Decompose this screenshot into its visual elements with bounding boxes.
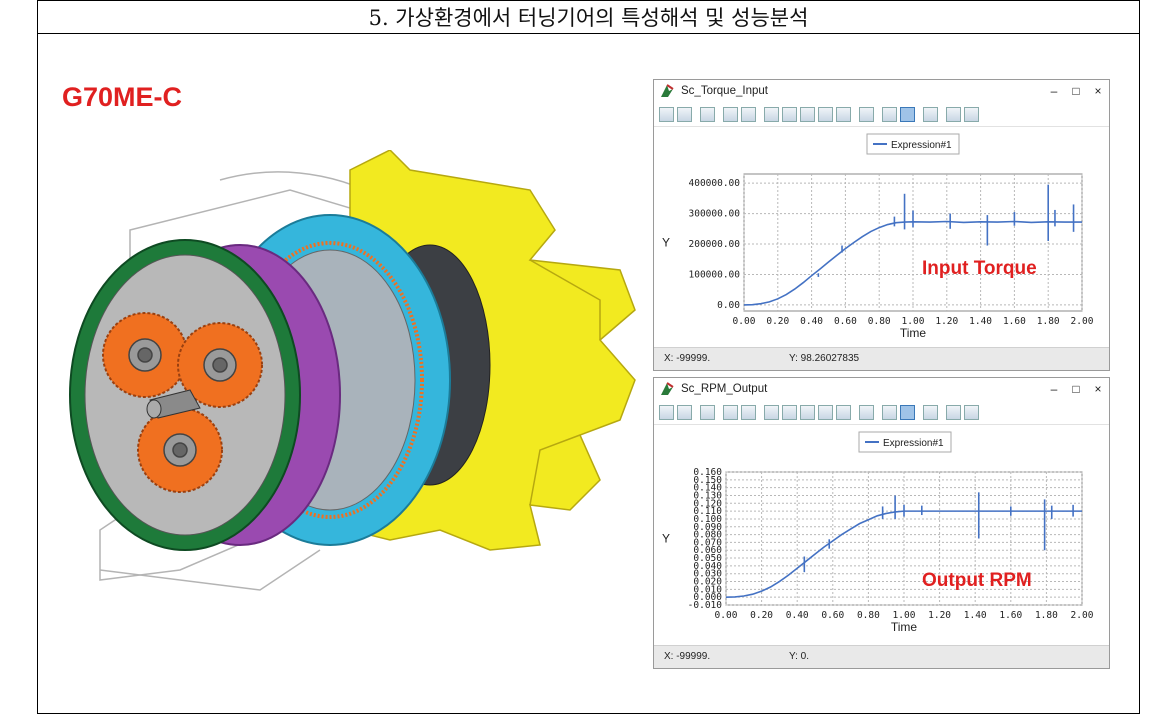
pan-h-icon[interactable]: [800, 106, 815, 122]
x-tick-label: 0.80: [857, 610, 880, 621]
plot-toolbar: [654, 400, 1109, 425]
erase-icon[interactable]: [859, 404, 874, 420]
x-tick-label: 1.60: [1003, 316, 1026, 327]
stats-icon[interactable]: [764, 404, 779, 420]
zoom-fit-icon[interactable]: [741, 404, 756, 420]
minimize-button[interactable]: –: [1043, 84, 1065, 98]
open-icon[interactable]: [659, 106, 674, 122]
y-tick-label: 200000.00: [689, 239, 741, 250]
x-tick-label: 1.40: [969, 316, 992, 327]
model-label: G70ME-C: [62, 82, 183, 112]
tools-icon[interactable]: [923, 404, 938, 420]
y-axis-label: Y: [662, 236, 670, 250]
app-icon: [661, 382, 674, 395]
plot-icon[interactable]: [700, 106, 715, 122]
page-title: 5. 가상환경에서 터닝기어의 특성해석 및 성능분석: [37, 0, 1140, 34]
x-tick-label: 1.20: [935, 316, 958, 327]
export-icon[interactable]: [836, 106, 851, 122]
status-y: Y: 0.: [789, 651, 810, 662]
y-tick-label: 100000.00: [689, 269, 741, 280]
x-axis-label: Time: [900, 326, 927, 340]
window-titlebar[interactable]: Sc_Torque_Input – □ ×: [654, 80, 1109, 102]
pan-h-icon[interactable]: [800, 404, 815, 420]
close-button[interactable]: ×: [1087, 382, 1109, 396]
rpm-output-window[interactable]: Sc_RPM_Output – □ × Expression#1 0.00 0.20…: [653, 377, 1110, 669]
window-title: Sc_Torque_Input: [681, 85, 768, 97]
grid-icon[interactable]: [782, 404, 797, 420]
plot-toolbar: [654, 102, 1109, 127]
x-tick-label: 0.00: [715, 610, 738, 621]
y-axis-label: Y: [662, 532, 670, 546]
x-tick-label: 0.80: [868, 316, 891, 327]
page-title-text: 5. 가상환경에서 터닝기어의 특성해석 및 성능분석: [368, 5, 809, 30]
x-tick-label: 2.00: [1071, 610, 1094, 621]
torque-input-window[interactable]: Sc_Torque_Input – □ × Expression#1 0.00 0.…: [653, 79, 1110, 371]
rpm-plot: Expression#10.00 0.20 0.40 0.60 0.80 1.00 1.20…: [662, 431, 1094, 634]
x-tick-label: 0.20: [766, 316, 789, 327]
torque-plot: Expression#10.00 0.20 0.40 0.60 0.80 1.00 1.20…: [662, 133, 1094, 340]
maximize-button[interactable]: □: [1065, 382, 1087, 396]
layout-icon[interactable]: [964, 106, 979, 122]
y-tick-label: 400000.00: [689, 178, 741, 189]
y-tick-label: 300000.00: [689, 209, 741, 220]
marker-icon[interactable]: [946, 106, 961, 122]
copy-icon[interactable]: [677, 106, 692, 122]
stats-icon[interactable]: [764, 106, 779, 122]
x-tick-label: 1.60: [999, 610, 1022, 621]
gearbox-render: [69, 150, 636, 591]
status-x: X: -99999.: [664, 353, 711, 364]
table-icon[interactable]: [900, 106, 915, 122]
x-tick-label: 0.60: [821, 610, 844, 621]
chart-legend: Expression#1: [866, 133, 960, 155]
window-titlebar[interactable]: Sc_RPM_Output – □ ×: [654, 378, 1109, 400]
pan-v-icon[interactable]: [818, 106, 833, 122]
x-tick-label: 0.00: [733, 316, 756, 327]
open-icon[interactable]: [659, 404, 674, 420]
grid-icon[interactable]: [782, 106, 797, 122]
window-title: Sc_RPM_Output: [681, 383, 768, 395]
x-tick-label: 2.00: [1071, 316, 1094, 327]
zoom-icon[interactable]: [723, 106, 738, 122]
export-icon[interactable]: [836, 404, 851, 420]
minimize-button[interactable]: –: [1043, 382, 1065, 396]
copy-icon[interactable]: [677, 404, 692, 420]
x-tick-label: 1.40: [964, 610, 987, 621]
layout-icon[interactable]: [964, 404, 979, 420]
pan-v-icon[interactable]: [818, 404, 833, 420]
x-tick-label: 1.80: [1035, 610, 1058, 621]
chart-annotation: Output RPM: [922, 570, 1032, 591]
app-icon: [661, 84, 674, 97]
table-icon[interactable]: [900, 404, 915, 420]
x-tick-label: 0.40: [800, 316, 823, 327]
x-axis-label: Time: [891, 620, 918, 634]
x-tick-label: 0.40: [786, 610, 809, 621]
zoom-icon[interactable]: [723, 404, 738, 420]
x-tick-label: 0.60: [834, 316, 857, 327]
y-tick-label: 0.00: [717, 300, 740, 311]
y-tick-label: 0.160: [693, 467, 722, 478]
chart-settings-icon[interactable]: [882, 106, 897, 122]
tools-icon[interactable]: [923, 106, 938, 122]
chart-annotation: Input Torque: [922, 258, 1037, 279]
plot-icon[interactable]: [700, 404, 715, 420]
erase-icon[interactable]: [859, 106, 874, 122]
x-tick-label: 1.20: [928, 610, 951, 621]
x-tick-label: 1.80: [1037, 316, 1060, 327]
status-y: Y: 98.26027835: [789, 353, 860, 364]
zoom-fit-icon[interactable]: [741, 106, 756, 122]
legend-label: Expression#1: [883, 438, 944, 449]
status-bar: X: -99999. Y: 98.26027835: [654, 347, 1109, 370]
status-x: X: -99999.: [664, 651, 711, 662]
maximize-button[interactable]: □: [1065, 84, 1087, 98]
close-button[interactable]: ×: [1087, 84, 1109, 98]
chart-legend: Expression#1: [858, 431, 952, 453]
chart-settings-icon[interactable]: [882, 404, 897, 420]
legend-label: Expression#1: [891, 140, 952, 151]
marker-icon[interactable]: [946, 404, 961, 420]
status-bar: X: -99999. Y: 0.: [654, 645, 1109, 668]
x-tick-label: 0.20: [750, 610, 773, 621]
